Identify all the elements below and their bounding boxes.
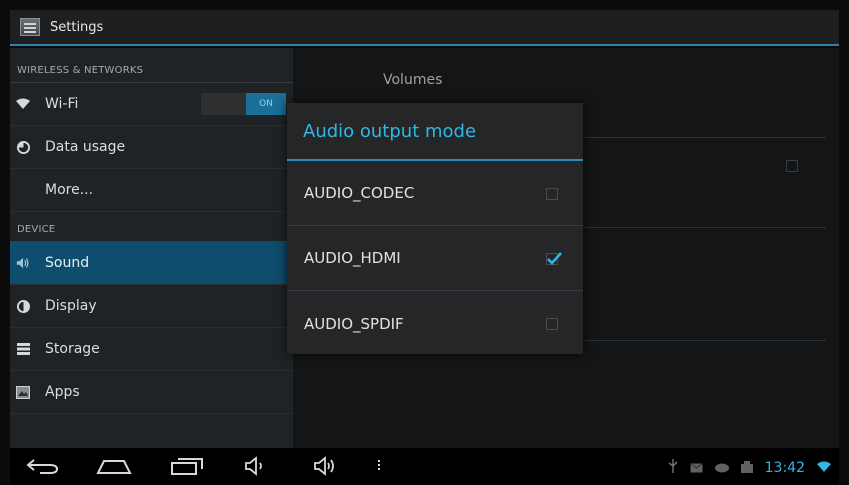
sidebar-item-display[interactable]: Display bbox=[10, 285, 293, 328]
menu-icon[interactable] bbox=[376, 456, 382, 474]
settings-app-icon[interactable] bbox=[20, 18, 40, 36]
volume-up-icon[interactable] bbox=[313, 456, 339, 476]
sidebar-item-sound[interactable]: Sound bbox=[10, 242, 293, 285]
sidebar-item-label: Display bbox=[45, 298, 97, 314]
wifi-toggle-on: ON bbox=[246, 93, 286, 115]
sidebar-item-data-usage[interactable]: Data usage bbox=[10, 126, 293, 169]
sidebar-item-label: Storage bbox=[45, 341, 100, 357]
divider bbox=[583, 137, 826, 138]
option-label: AUDIO_HDMI bbox=[304, 249, 401, 267]
option-label: AUDIO_CODEC bbox=[304, 184, 415, 202]
sidebar-item-label: Wi-Fi bbox=[45, 96, 79, 112]
option-checkbox-checked[interactable] bbox=[546, 252, 562, 265]
sidebar-item-wifi[interactable]: Wi-Fi ON bbox=[10, 83, 293, 126]
brightness-icon bbox=[16, 299, 30, 313]
app-title: Settings bbox=[50, 19, 104, 35]
wifi-toggle[interactable]: ON bbox=[201, 93, 286, 115]
sidebar-item-apps[interactable]: Apps bbox=[10, 371, 293, 414]
dialog-title: Audio output mode bbox=[287, 103, 583, 161]
sidebar-item-label: Data usage bbox=[45, 139, 126, 155]
recent-apps-icon[interactable] bbox=[170, 456, 204, 476]
section-header-device: DEVICE bbox=[10, 212, 293, 242]
sidebar-item-label: Sound bbox=[45, 255, 90, 271]
wifi-icon bbox=[16, 97, 30, 111]
action-bar: Settings bbox=[10, 10, 839, 46]
usb-icon bbox=[668, 458, 678, 477]
option-checkbox[interactable] bbox=[546, 318, 558, 330]
storage-icon bbox=[16, 342, 30, 356]
back-icon[interactable] bbox=[26, 456, 60, 476]
option-audio-spdif[interactable]: AUDIO_SPDIF bbox=[287, 291, 583, 356]
navigation-bar: 13:42 bbox=[10, 448, 839, 485]
apps-icon bbox=[16, 385, 30, 399]
option-checkbox[interactable] bbox=[546, 188, 558, 200]
option-audio-codec[interactable]: AUDIO_CODEC bbox=[287, 161, 583, 226]
home-icon[interactable] bbox=[96, 456, 132, 476]
divider bbox=[583, 340, 826, 341]
audio-output-dialog: Audio output mode AUDIO_CODEC AUDIO_HDMI… bbox=[287, 103, 583, 354]
screenshot-icon bbox=[740, 458, 753, 477]
sidebar-item-more[interactable]: More... bbox=[10, 169, 293, 212]
sidebar-item-label: Apps bbox=[45, 384, 80, 400]
checkmark-icon bbox=[547, 252, 562, 265]
divider bbox=[583, 227, 826, 228]
status-clock: 13:42 bbox=[764, 459, 805, 476]
option-label: AUDIO_SPDIF bbox=[304, 314, 404, 333]
section-header-wireless: WIRELESS & NETWORKS bbox=[10, 48, 293, 83]
sidebar-item-storage[interactable]: Storage bbox=[10, 328, 293, 371]
status-area: 13:42 bbox=[668, 458, 831, 477]
option-audio-hdmi[interactable]: AUDIO_HDMI bbox=[287, 226, 583, 291]
email-icon bbox=[689, 458, 703, 477]
wifi-signal-icon bbox=[817, 458, 831, 477]
detail-title: Volumes bbox=[383, 72, 443, 88]
sidebar-item-label: More... bbox=[45, 182, 94, 198]
volume-down-icon[interactable] bbox=[244, 456, 266, 476]
gamepad-icon bbox=[714, 458, 729, 477]
data-usage-icon bbox=[16, 140, 30, 154]
background-checkbox[interactable] bbox=[786, 160, 798, 172]
speaker-icon bbox=[16, 256, 30, 270]
settings-sidebar: WIRELESS & NETWORKS Wi-Fi ON Data usage … bbox=[10, 48, 293, 448]
